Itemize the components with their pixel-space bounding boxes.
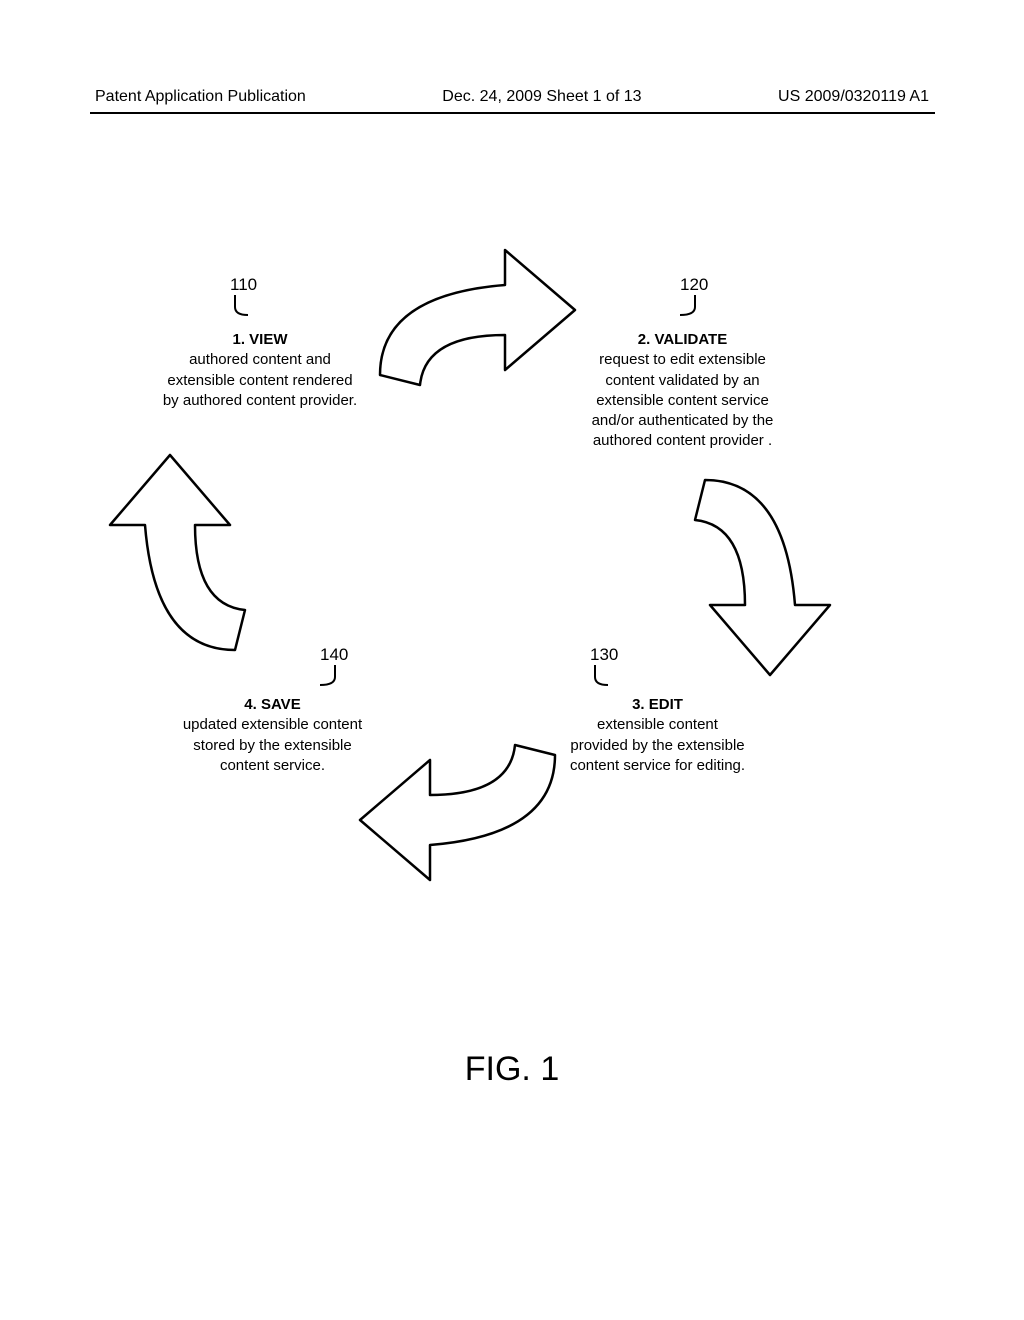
figure-caption: FIG. 1 (0, 1050, 1024, 1089)
page-header: Patent Application Publication Dec. 24, … (0, 88, 1024, 106)
header-rule (90, 112, 935, 114)
arrow-left-icon (95, 440, 265, 680)
arrow-bottom-icon (345, 725, 585, 895)
ref-tick-130 (590, 665, 620, 690)
ref-tick-120 (670, 295, 700, 320)
step-view: 1. VIEW authored content and extensible … (145, 330, 375, 411)
header-center: Dec. 24, 2009 Sheet 1 of 13 (442, 88, 641, 106)
step-validate-body: request to edit extensible content valid… (565, 350, 800, 451)
step-validate-title: 2. VALIDATE (565, 330, 800, 350)
step-save-title: 4. SAVE (160, 695, 385, 715)
ref-110: 110 (230, 275, 257, 295)
header-right: US 2009/0320119 A1 (778, 88, 929, 106)
arrow-right-icon (675, 450, 845, 690)
header-left: Patent Application Publication (95, 88, 306, 106)
ref-130: 130 (590, 645, 618, 665)
cycle-diagram: 110 1. VIEW authored content and extensi… (150, 275, 850, 975)
ref-tick-140 (310, 665, 340, 690)
ref-140: 140 (320, 645, 348, 665)
step-validate: 2. VALIDATE request to edit extensible c… (565, 330, 800, 452)
arrow-top-icon (350, 235, 590, 405)
step-view-body: authored content and extensible content … (145, 350, 375, 411)
ref-120: 120 (680, 275, 708, 295)
step-edit-title: 3. EDIT (545, 695, 770, 715)
ref-tick-110 (230, 295, 260, 320)
step-view-title: 1. VIEW (145, 330, 375, 350)
